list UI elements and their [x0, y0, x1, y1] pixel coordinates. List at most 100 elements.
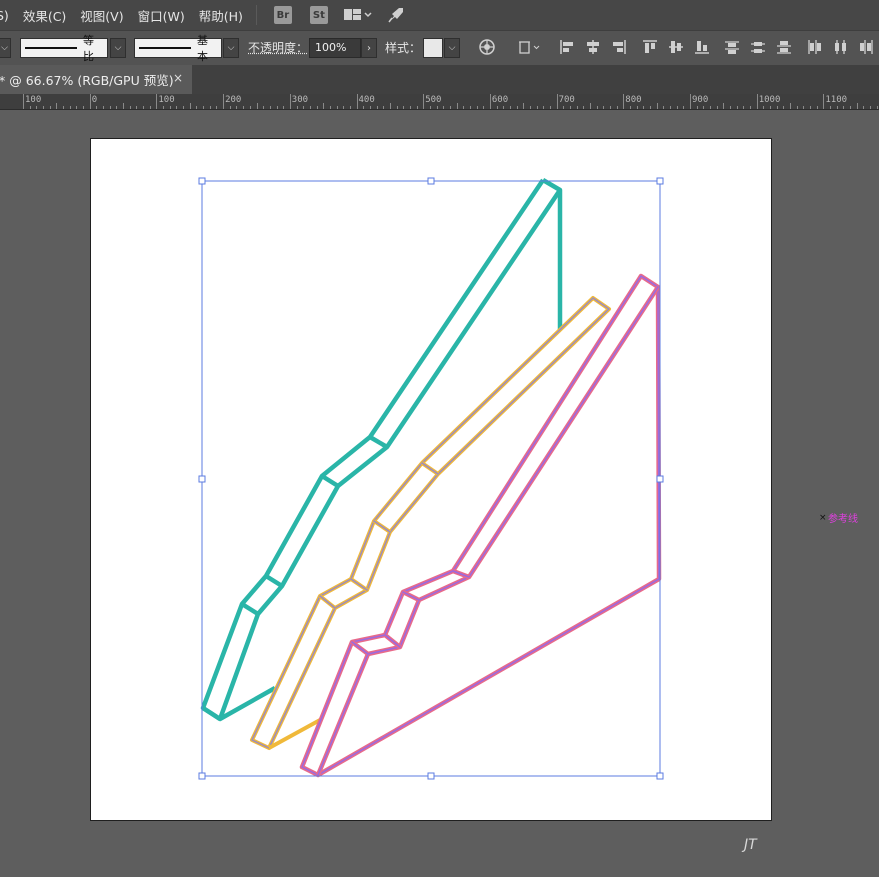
- menu-item-window[interactable]: 窗口(W): [131, 6, 192, 25]
- distribute-right-icon[interactable]: [858, 39, 874, 55]
- ruler-tick: [616, 106, 618, 109]
- close-tab-icon[interactable]: ×: [173, 71, 183, 85]
- ruler-tick: [383, 106, 385, 109]
- ruler-tick: [329, 106, 331, 109]
- ruler-tick: [276, 106, 278, 109]
- ruler-label: 200: [225, 95, 242, 105]
- rocket-icon[interactable]: [387, 6, 405, 24]
- ruler-tick: [376, 106, 378, 109]
- ruler-label: 900: [692, 95, 709, 105]
- distribute-bottom-icon[interactable]: [776, 39, 792, 55]
- ruler-tick: [670, 106, 671, 109]
- opacity-label[interactable]: 不透明度：: [248, 38, 308, 58]
- ruler-tick: [523, 103, 525, 109]
- brush-definition[interactable]: 基本: [134, 34, 222, 63]
- ruler-tick: [876, 106, 878, 109]
- ruler-label: 100: [25, 95, 42, 105]
- ruler-tick: [223, 94, 225, 109]
- selection-handle: [427, 177, 435, 185]
- variable-width-profile[interactable]: 等比: [20, 34, 108, 63]
- ruler-tick: [156, 94, 158, 109]
- ruler-tick: [636, 106, 638, 109]
- menu-item-select[interactable]: S): [0, 8, 16, 23]
- ruler-tick: [149, 106, 151, 109]
- ruler-tick: [363, 106, 365, 109]
- ruler-tick: [663, 106, 665, 109]
- selection-handle: [656, 475, 664, 483]
- ruler-tick: [516, 106, 518, 109]
- guide-marker: ×: [819, 513, 827, 523]
- ruler-tick: [823, 94, 825, 109]
- align-left-icon[interactable]: [559, 39, 575, 55]
- stock-icon[interactable]: St: [309, 6, 328, 24]
- style-dropdown[interactable]: ⌵: [444, 38, 460, 58]
- ruler-tick: [56, 103, 58, 109]
- distribute-vertical-center-icon[interactable]: [750, 39, 766, 55]
- guide-label: 参考线: [828, 514, 858, 525]
- ruler-tick: [496, 106, 498, 109]
- selection-handle: [656, 177, 664, 185]
- watermark-region: [774, 746, 879, 873]
- bridge-icon[interactable]: Br: [273, 6, 292, 24]
- ruler-label: 500: [425, 95, 442, 105]
- document-tab-title: * @ 66.67% (RGB/GPU 预览): [0, 73, 174, 88]
- align-vertical-center-icon[interactable]: [668, 39, 684, 55]
- ruler-tick: [503, 106, 505, 109]
- document-tab[interactable]: * @ 66.67% (RGB/GPU 预览) ×: [0, 65, 192, 94]
- ruler-tick: [563, 106, 565, 109]
- artwork[interactable]: [0, 110, 879, 873]
- canvas-area[interactable]: × 参考线 JT: [0, 110, 879, 873]
- ruler-tick: [256, 103, 258, 109]
- brush-line-preview: [139, 47, 191, 49]
- ruler-tick: [236, 106, 238, 109]
- ruler-tick: [336, 106, 338, 109]
- ruler-tick: [356, 94, 358, 109]
- profile-dropdown[interactable]: ⌵: [110, 38, 126, 58]
- align-horizontal-center-icon[interactable]: [585, 39, 601, 55]
- opacity-arrow-button[interactable]: ›: [361, 38, 377, 58]
- fill-dropdown[interactable]: ⌵: [0, 38, 11, 58]
- selection-handle: [198, 177, 206, 185]
- ruler-tick: [576, 106, 578, 109]
- ruler-tick: [169, 106, 171, 109]
- ruler-tick: [543, 106, 545, 109]
- align-to-icon[interactable]: [518, 39, 542, 55]
- ruler-tick: [596, 106, 598, 109]
- distribute-horizontal-center-icon[interactable]: [832, 39, 848, 55]
- ruler-tick: [429, 106, 431, 109]
- ruler-tick: [870, 106, 872, 109]
- style-swatch[interactable]: [423, 38, 443, 58]
- distribute-left-icon[interactable]: [806, 39, 822, 55]
- stroke-line-preview: [25, 47, 77, 49]
- distribute-top-icon[interactable]: [724, 39, 740, 55]
- horizontal-ruler[interactable]: 100 0 100 200 300 400 500 600 700 800 900 1000 1100: [0, 94, 879, 110]
- opacity-input[interactable]: 100%: [309, 38, 361, 58]
- menu-divider: [255, 5, 257, 25]
- ruler-label: 600: [491, 95, 509, 105]
- ruler-tick: [83, 106, 84, 109]
- align-right-icon[interactable]: [611, 39, 627, 55]
- ruler-tick: [403, 106, 405, 109]
- ruler-tick: [556, 94, 558, 109]
- ruler-tick: [590, 103, 591, 109]
- ruler-tick: [69, 106, 71, 109]
- workspace-layout-icon[interactable]: [343, 7, 373, 23]
- menu-item-view[interactable]: 视图(V): [73, 6, 130, 25]
- align-bottom-icon[interactable]: [694, 39, 710, 55]
- ruler-tick: [456, 103, 458, 109]
- ruler-tick: [243, 106, 245, 109]
- ruler-tick: [569, 106, 571, 109]
- ruler-tick: [776, 106, 778, 109]
- align-top-icon[interactable]: [642, 39, 658, 55]
- brush-dropdown[interactable]: ⌵: [223, 38, 239, 58]
- recolor-artwork-icon[interactable]: [479, 39, 495, 55]
- ruler-tick: [703, 106, 705, 109]
- ruler-tick: [123, 103, 125, 109]
- ruler-tick: [850, 106, 852, 109]
- menu-item-help[interactable]: 帮助(H): [192, 6, 250, 25]
- ruler-tick: [623, 94, 625, 109]
- ruler-tick: [549, 106, 551, 109]
- ruler-tick: [196, 106, 198, 109]
- ruler-label: 400: [358, 95, 375, 105]
- menu-item-effect[interactable]: 效果(C): [16, 6, 73, 25]
